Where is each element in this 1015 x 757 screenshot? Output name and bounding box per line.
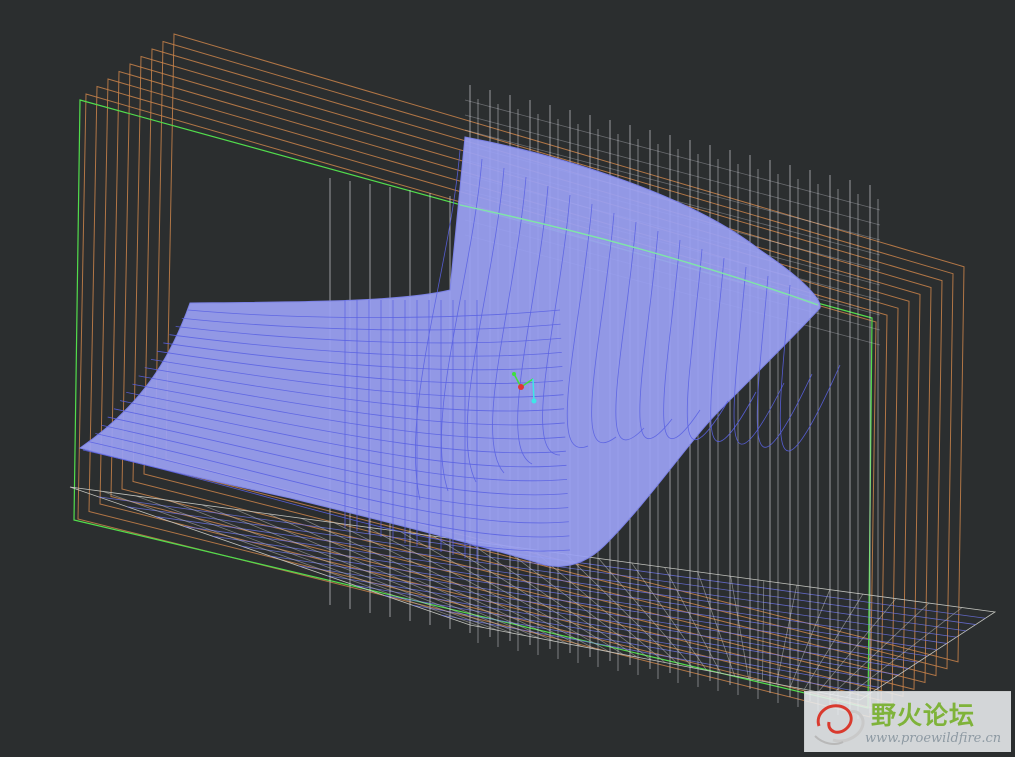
model-viewport[interactable]: 野火论坛 www.proewildfire.cn [0,0,1015,757]
model-graphics [69,33,997,723]
wildfire-swirl-logo-icon [814,704,865,745]
forum-watermark: 野火论坛 www.proewildfire.cn [804,691,1011,752]
blended-surface[interactable] [78,136,841,567]
watermark-title: 野火论坛 [871,701,976,730]
watermark-url: www.proewildfire.cn [865,731,1002,746]
